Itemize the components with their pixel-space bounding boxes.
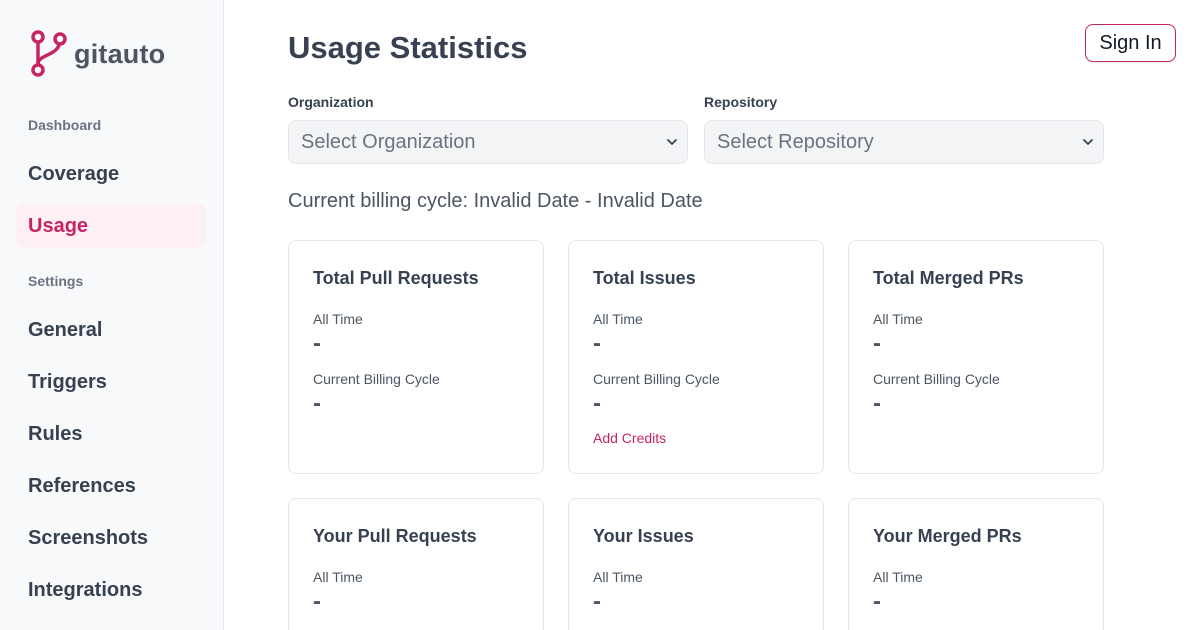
- stat-card-total-issues: Total Issues All Time - Current Billing …: [568, 240, 824, 474]
- card-title: Total Merged PRs: [873, 268, 1024, 288]
- sidebar-item-general[interactable]: General: [16, 308, 206, 352]
- card-title: Your Merged PRs: [873, 526, 1022, 546]
- stat-card-your-issues: Your Issues All Time -: [568, 498, 824, 630]
- all-time-label: All Time: [873, 569, 923, 585]
- chevron-down-icon: [1083, 139, 1093, 145]
- all-time-value: -: [593, 588, 601, 615]
- all-time-value: -: [873, 588, 881, 615]
- billing-cycle-text: Current billing cycle: Invalid Date - In…: [288, 190, 703, 212]
- all-time-value: -: [313, 588, 321, 615]
- repository-select[interactable]: Select Repository: [704, 120, 1104, 164]
- card-title: Your Issues: [593, 526, 694, 546]
- section-label-dashboard: Dashboard: [28, 117, 102, 133]
- brand-name: gitauto: [74, 38, 166, 69]
- gitauto-logo[interactable]: gitauto: [30, 30, 165, 78]
- all-time-label: All Time: [593, 569, 643, 585]
- card-title: Your Pull Requests: [313, 526, 477, 546]
- billing-cycle-value: -: [313, 390, 321, 417]
- page-title: Usage Statistics: [288, 30, 528, 65]
- all-time-label: All Time: [313, 311, 363, 327]
- card-title: Total Pull Requests: [313, 268, 479, 288]
- sidebar-item-usage[interactable]: Usage: [16, 204, 206, 248]
- organization-select[interactable]: Select Organization: [288, 120, 688, 164]
- billing-cycle-label: Current Billing Cycle: [313, 371, 440, 387]
- sidebar-item-references[interactable]: References: [16, 464, 206, 508]
- sidebar-item-coverage[interactable]: Coverage: [16, 152, 206, 196]
- all-time-label: All Time: [313, 569, 363, 585]
- all-time-label: All Time: [593, 311, 643, 327]
- all-time-label: All Time: [873, 311, 923, 327]
- all-time-value: -: [313, 330, 321, 357]
- sidebar-item-triggers[interactable]: Triggers: [16, 360, 206, 404]
- sign-in-button[interactable]: Sign In: [1085, 24, 1176, 62]
- stat-card-your-pull-requests: Your Pull Requests All Time -: [288, 498, 544, 630]
- stat-card-total-merged-prs: Total Merged PRs All Time - Current Bill…: [848, 240, 1104, 474]
- git-branch-icon: [31, 30, 67, 77]
- billing-cycle-value: -: [593, 390, 601, 417]
- add-credits-link[interactable]: Add Credits: [593, 430, 666, 446]
- billing-cycle-label: Current Billing Cycle: [593, 371, 720, 387]
- sidebar-item-rules[interactable]: Rules: [16, 412, 206, 456]
- stat-card-your-merged-prs: Your Merged PRs All Time -: [848, 498, 1104, 630]
- sidebar-item-screenshots[interactable]: Screenshots: [16, 516, 206, 560]
- repository-label: Repository: [704, 94, 778, 110]
- repository-select-value: Select Repository: [717, 130, 874, 153]
- organization-select-value: Select Organization: [301, 130, 476, 153]
- section-label-settings: Settings: [28, 273, 84, 289]
- all-time-value: -: [873, 330, 881, 357]
- billing-cycle-label: Current Billing Cycle: [873, 371, 1000, 387]
- all-time-value: -: [593, 330, 601, 357]
- organization-label: Organization: [288, 94, 374, 110]
- sidebar-item-integrations[interactable]: Integrations: [16, 568, 206, 612]
- billing-cycle-value: -: [873, 390, 881, 417]
- card-title: Total Issues: [593, 268, 696, 288]
- sidebar: gitauto Dashboard Coverage Usage Setting…: [0, 0, 224, 630]
- stat-card-total-pull-requests: Total Pull Requests All Time - Current B…: [288, 240, 544, 474]
- chevron-down-icon: [667, 139, 677, 145]
